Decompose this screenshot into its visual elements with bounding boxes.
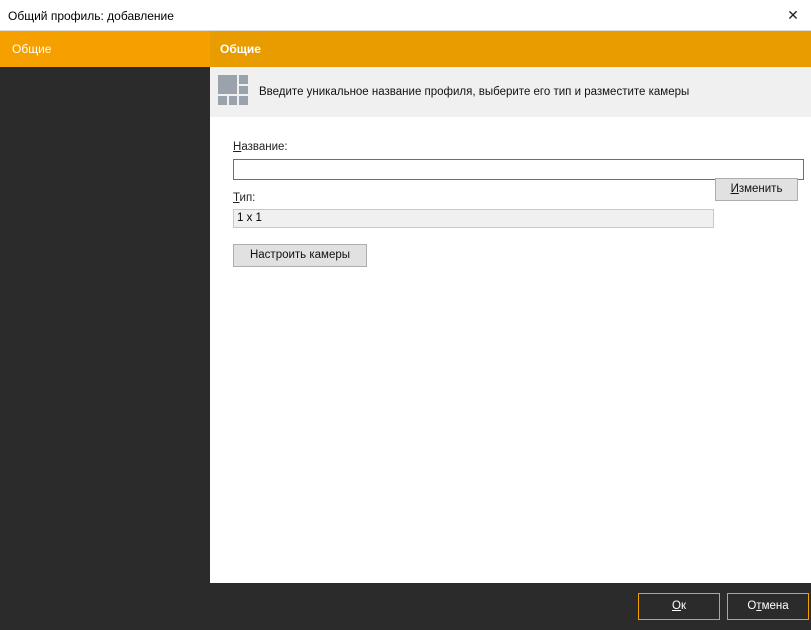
cancel-button[interactable]: Отмена — [727, 593, 809, 620]
cancel-button-text: мена — [761, 600, 789, 612]
change-button[interactable]: Изменить — [715, 178, 798, 201]
ok-button[interactable]: Ок — [638, 593, 720, 620]
sidebar-item-general[interactable]: Общие — [0, 31, 210, 67]
configure-cameras-button[interactable]: Настроить камеры — [233, 244, 367, 267]
name-label-text: азвание: — [241, 141, 288, 153]
footer-bar: Ок Отмена — [0, 583, 811, 630]
sidebar: Общие — [0, 31, 210, 583]
info-text: Введите уникальное название профиля, выб… — [259, 86, 690, 98]
type-label-text: ип: — [239, 192, 256, 204]
window-title: Общий профиль: добавление — [8, 9, 174, 23]
name-input[interactable] — [233, 159, 804, 180]
change-button-text: зменить — [738, 183, 783, 195]
content-panel: Общие Введите уникальное название профил… — [210, 31, 811, 583]
section-header: Общие — [210, 31, 811, 67]
type-label: Тип: — [233, 192, 255, 204]
ok-button-mnemonic: О — [672, 600, 681, 612]
ok-button-text: к — [680, 600, 686, 612]
type-field: 1 x 1 — [233, 209, 714, 228]
change-button-mnemonic: И — [730, 183, 739, 195]
cancel-button-prefix: О — [747, 600, 757, 612]
grid-layout-icon — [218, 75, 248, 105]
close-icon[interactable]: ✕ — [775, 0, 811, 31]
info-bar: Введите уникальное название профиля, выб… — [210, 67, 811, 117]
name-label: Название: — [233, 141, 288, 153]
title-bar: Общий профиль: добавление ✕ — [0, 0, 811, 31]
